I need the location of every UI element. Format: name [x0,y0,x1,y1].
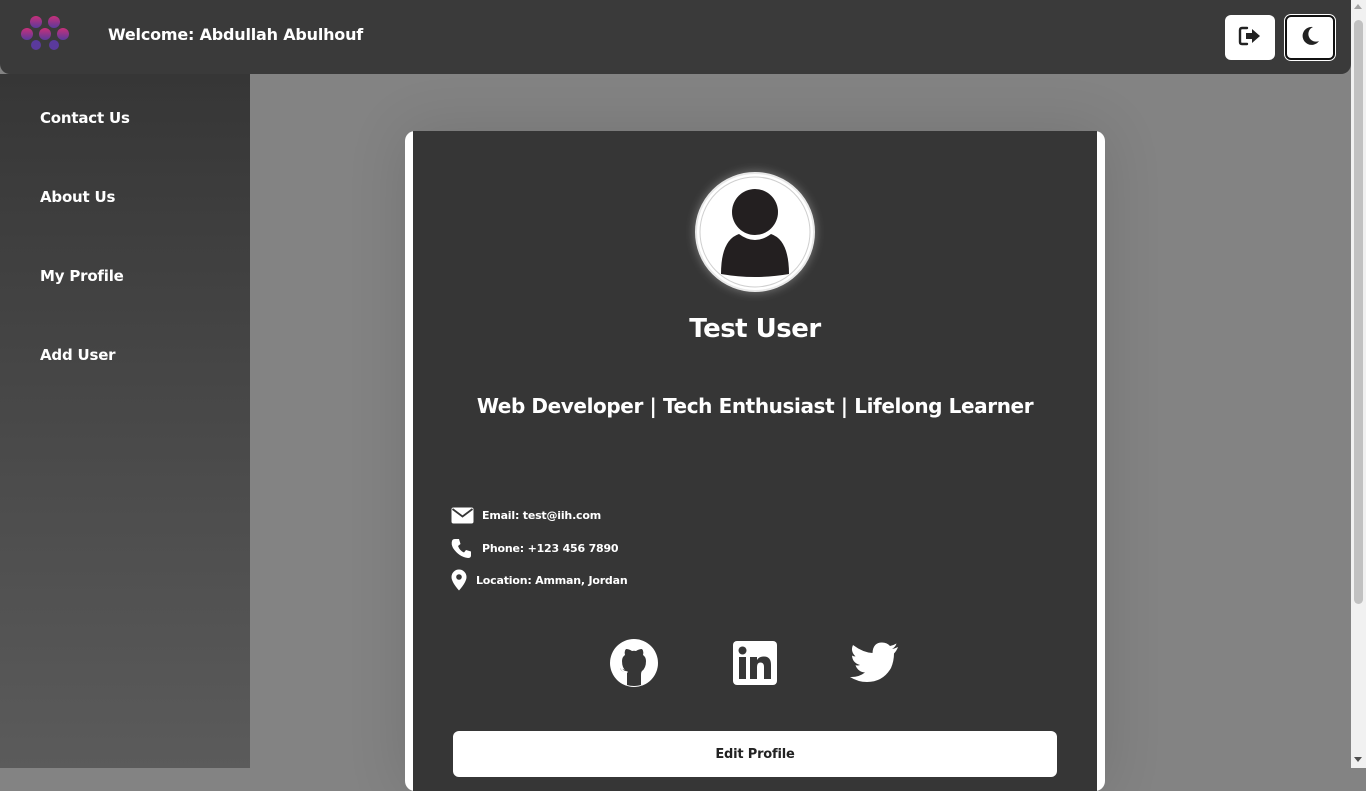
user-avatar-icon [695,172,815,292]
twitter-icon[interactable] [849,642,899,686]
logout-icon [1238,25,1262,51]
edit-profile-button[interactable]: Edit Profile [453,731,1057,777]
phone-icon [451,538,472,559]
scrollbar-thumb[interactable] [1354,20,1363,604]
scroll-down-arrow-icon[interactable] [1354,757,1362,762]
profile-card: Test User Web Developer | Tech Enthusias… [405,131,1105,791]
people-dots-logo[interactable] [18,14,74,54]
theme-toggle-button[interactable] [1285,15,1335,60]
phone-row: Phone: +123 456 7890 [451,538,619,559]
github-icon[interactable] [610,639,658,687]
page-scrollbar[interactable] [1351,0,1366,768]
sidebar-item-my-profile[interactable]: My Profile [40,267,124,285]
phone-text: Phone: +123 456 7890 [482,542,619,555]
profile-tagline: Web Developer | Tech Enthusiast | Lifelo… [476,394,1034,418]
location-text: Location: Amman, Jordan [476,573,628,587]
moon-icon [1299,25,1321,51]
envelope-icon [451,507,474,524]
top-bar: Welcome: Abdullah Abulhouf [0,0,1351,74]
email-text: Email: test@iih.com [482,509,601,522]
logout-button[interactable] [1225,15,1275,60]
scroll-up-arrow-icon[interactable] [1354,4,1362,9]
sidebar-item-add-user[interactable]: Add User [40,346,116,364]
linkedin-icon[interactable] [733,641,777,685]
location-row: Location: Amman, Jordan [451,569,628,591]
map-pin-icon [451,569,467,591]
sidebar: Contact Us About Us My Profile Add User [0,74,250,768]
email-row: Email: test@iih.com [451,507,601,524]
sidebar-item-contact-us[interactable]: Contact Us [40,109,130,127]
welcome-text: Welcome: Abdullah Abulhouf [108,25,364,44]
profile-card-body: Test User Web Developer | Tech Enthusias… [413,131,1097,791]
profile-name: Test User [689,314,821,344]
sidebar-item-about-us[interactable]: About Us [40,188,115,206]
